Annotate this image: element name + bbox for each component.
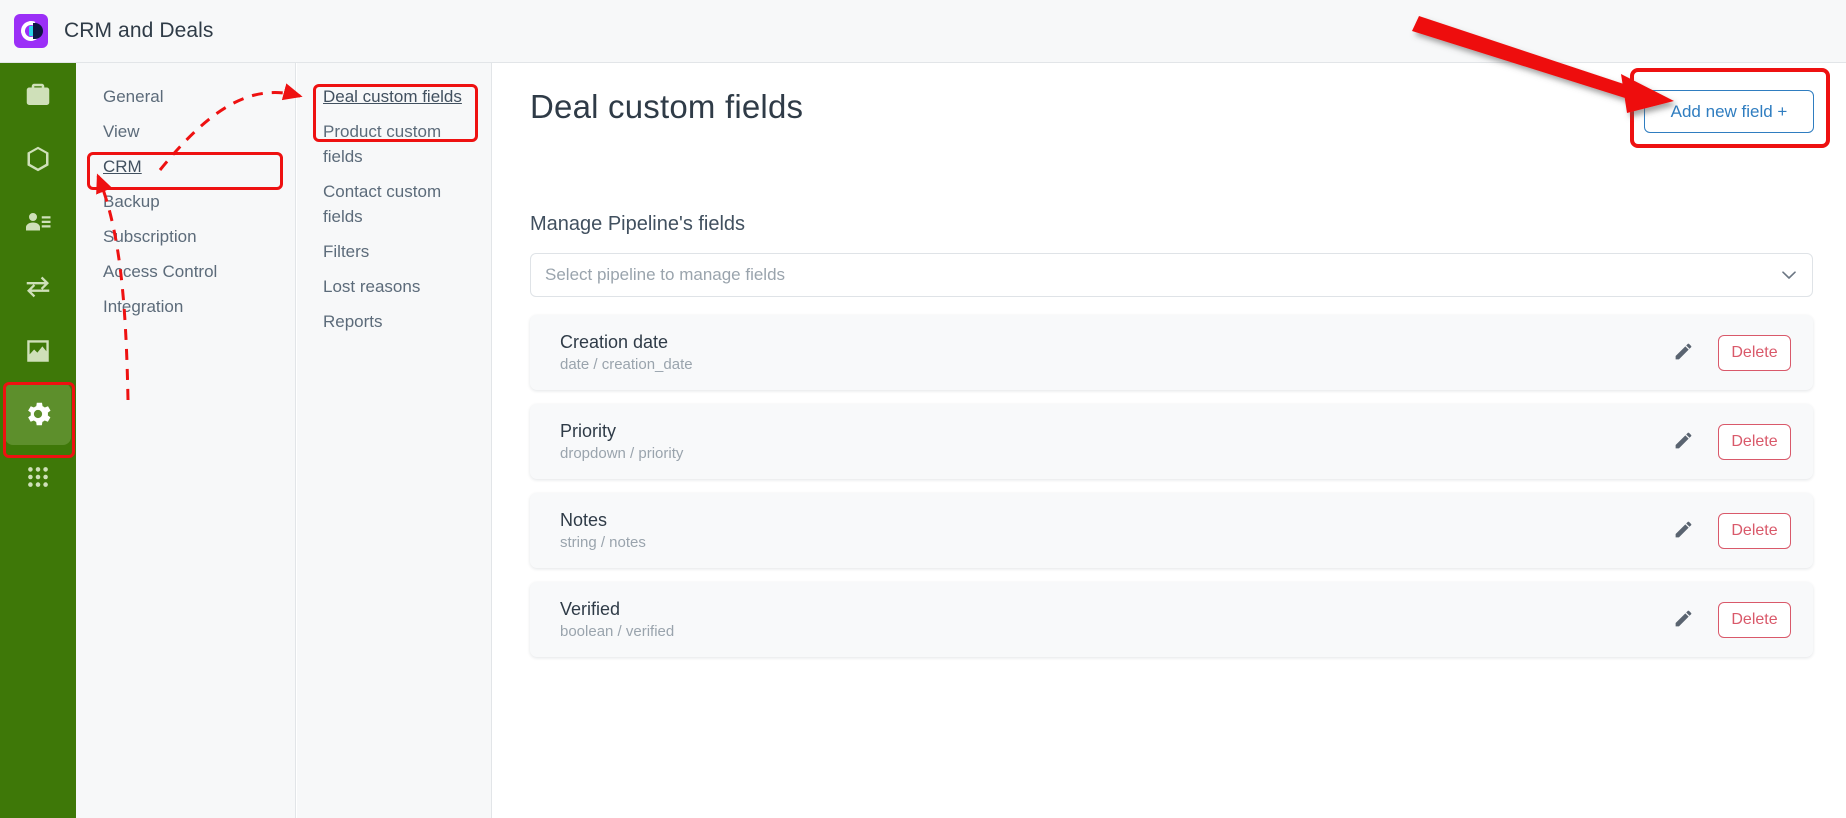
briefcase-deals-icon bbox=[23, 80, 53, 110]
settings-menu-general[interactable]: General bbox=[76, 79, 295, 114]
field-name: Verified bbox=[560, 598, 621, 619]
logo-dark-crescent bbox=[33, 23, 43, 39]
box-product-icon bbox=[23, 144, 53, 174]
pencil-edit-icon bbox=[1673, 430, 1694, 454]
app-header: CRM and Deals bbox=[0, 0, 1846, 63]
table-row[interactable]: Creation date date / creation_date Delet… bbox=[530, 315, 1813, 390]
pencil-edit-icon bbox=[1673, 608, 1694, 632]
analytics-chart-icon bbox=[23, 336, 53, 366]
settings-menu-subscription[interactable]: Subscription bbox=[76, 219, 295, 254]
contacts-icon bbox=[23, 208, 53, 238]
pencil-edit-icon bbox=[1673, 341, 1694, 365]
settings-menu-backup[interactable]: Backup bbox=[76, 184, 295, 219]
field-info: Priority dropdown / priority bbox=[560, 420, 1666, 464]
sub-menu-filters[interactable]: Filters bbox=[297, 234, 491, 269]
manage-pipeline-fields-label: Manage Pipeline's fields bbox=[530, 213, 746, 235]
transfer-arrows-icon bbox=[23, 272, 53, 302]
sub-menu-lost-reasons[interactable]: Lost reasons bbox=[297, 269, 491, 304]
table-row[interactable]: Verified boolean / verified Delete bbox=[530, 582, 1813, 657]
delete-field-button[interactable]: Delete bbox=[1718, 423, 1791, 460]
pencil-edit-icon bbox=[1673, 519, 1694, 543]
page-title: Deal custom fields bbox=[530, 88, 804, 125]
field-meta: boolean / verified bbox=[560, 622, 675, 640]
field-meta: date / creation_date bbox=[560, 355, 693, 373]
sub-menu-reports[interactable]: Reports bbox=[297, 304, 491, 339]
field-meta: string / notes bbox=[560, 533, 646, 551]
rail-item-apps[interactable] bbox=[0, 445, 76, 509]
pipeline-select[interactable]: Select pipeline to manage fields bbox=[530, 253, 1813, 297]
settings-menu-crm[interactable]: CRM bbox=[76, 149, 295, 184]
chevron-down-icon bbox=[1782, 270, 1796, 280]
settings-menu-view[interactable]: View bbox=[76, 114, 295, 149]
rail-item-products[interactable] bbox=[0, 127, 76, 191]
sub-menu-deal-custom-fields[interactable]: Deal custom fields bbox=[297, 79, 491, 114]
app-title: CRM and Deals bbox=[64, 19, 214, 42]
field-name: Priority bbox=[560, 420, 617, 441]
rail-item-contacts[interactable] bbox=[0, 191, 76, 255]
delete-field-button[interactable]: Delete bbox=[1718, 601, 1791, 638]
settings-menu-integration[interactable]: Integration bbox=[76, 289, 295, 324]
custom-fields-list: Creation date date / creation_date Delet… bbox=[530, 315, 1813, 671]
edit-field-button[interactable] bbox=[1666, 603, 1700, 637]
field-name: Notes bbox=[560, 509, 608, 530]
field-info: Notes string / notes bbox=[560, 509, 1666, 553]
crm-sub-menu: Deal custom fields Product custom fields… bbox=[297, 63, 492, 818]
add-new-field-button[interactable]: Add new field + bbox=[1644, 90, 1814, 133]
settings-menu: General View CRM Backup Subscription Acc… bbox=[76, 63, 296, 818]
main-content: Deal custom fields Add new field + Manag… bbox=[493, 63, 1846, 818]
rail-item-settings[interactable] bbox=[5, 383, 71, 445]
sub-menu-contact-custom-fields[interactable]: Contact custom fields bbox=[297, 174, 491, 234]
settings-menu-access-control[interactable]: Access Control bbox=[76, 254, 295, 289]
edit-field-button[interactable] bbox=[1666, 336, 1700, 370]
delete-field-button[interactable]: Delete bbox=[1718, 512, 1791, 549]
sub-menu-product-custom-fields[interactable]: Product custom fields bbox=[297, 114, 491, 174]
delete-field-button[interactable]: Delete bbox=[1718, 334, 1791, 371]
pipeline-select-placeholder: Select pipeline to manage fields bbox=[545, 265, 786, 284]
field-name: Creation date bbox=[560, 331, 669, 352]
field-meta: dropdown / priority bbox=[560, 444, 684, 462]
gear-settings-icon bbox=[22, 398, 54, 430]
table-row[interactable]: Priority dropdown / priority Delete bbox=[530, 404, 1813, 479]
rail-item-deals[interactable] bbox=[0, 63, 76, 127]
rail-item-transfer[interactable] bbox=[0, 255, 76, 319]
rail-item-analytics[interactable] bbox=[0, 319, 76, 383]
field-info: Creation date date / creation_date bbox=[560, 331, 1666, 375]
apps-grid-icon bbox=[25, 464, 51, 490]
crm-deals-logo bbox=[14, 14, 48, 48]
left-icon-rail bbox=[0, 63, 76, 818]
edit-field-button[interactable] bbox=[1666, 514, 1700, 548]
edit-field-button[interactable] bbox=[1666, 425, 1700, 459]
table-row[interactable]: Notes string / notes Delete bbox=[530, 493, 1813, 568]
field-info: Verified boolean / verified bbox=[560, 598, 1666, 642]
